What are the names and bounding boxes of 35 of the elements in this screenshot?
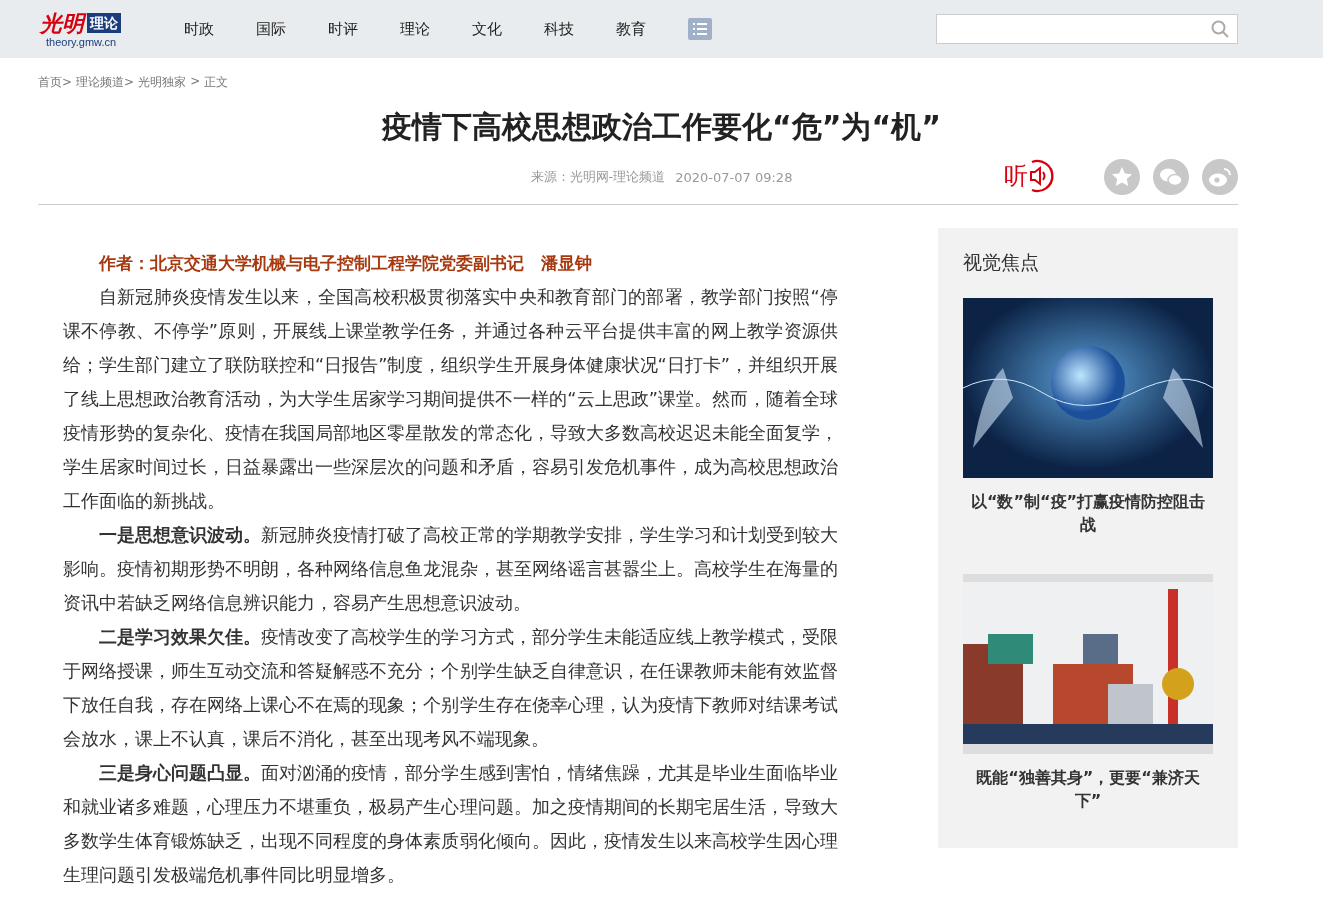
article-paragraph: 一是思想意识波动。新冠肺炎疫情打破了高校正常的学期教学安排，学生学习和计划受到较大影响。疫情初期形势不明朗，各种网络信息鱼龙混杂，甚至网络谣言甚嚣尘上。高校学生在海量的资讯中若缺乏网络信息辨识能力，容易产生思想意识波动。 [63, 523, 838, 615]
breadcrumb-link[interactable]: 光明独家 [138, 74, 187, 91]
nav-link[interactable]: 科技 [544, 19, 616, 39]
nav-link[interactable]: 国际 [256, 19, 328, 39]
article-date: 2020-07-07 09:28 [675, 169, 793, 185]
sidebar-title: 视觉焦点 [963, 250, 1040, 275]
article-author: 作者：北京交通大学机械与电子控制工程学院党委副书记 潘显钟 [97, 252, 593, 275]
breadcrumb-link[interactable]: 理论频道> [76, 74, 135, 91]
chat-share-icon[interactable] [1153, 159, 1189, 195]
search-field[interactable] [936, 14, 1238, 44]
search-icon[interactable] [1211, 20, 1229, 38]
article-paragraph: 自新冠肺炎疫情发生以来，全国高校积极贯彻落实中央和教育部门的部署，教学部门按照“停课不停教、不停学”原则，开展线上课堂教学任务，并通过各种云平台提供丰富的网上教学资源供给；学生部门建立了联防联控和“日报告”制度，组织学生开展身体健康状况“日打卡”，并组织开展了线上思想政治教育活动，为大学生居家学习期间提供不一样的“云上思政”课堂。然而，随着全球疫情形势的复杂化、疫情在我国局部地区零星散发的常态化，导致大多数高校迟迟未能全面复学，学生居家时间过长，日益暴露出一些深层次的问题和矛盾，容易引发危机事件，成为高校思想政治工作面临的新挑战。 [63, 285, 838, 513]
weibo-share-icon[interactable] [1202, 159, 1238, 195]
nav-link[interactable]: 时评 [328, 19, 400, 39]
logo-domain[interactable]: theory.gmw.cn [46, 36, 150, 48]
sidebar-caption[interactable]: 以“数”制“疫”打赢疫情防控阻击战 [963, 490, 1213, 536]
speaker-icon[interactable] [1028, 159, 1054, 193]
breadcrumb-link[interactable]: > [190, 74, 201, 91]
article-source: 来源：光明网-理论频道 [530, 168, 666, 186]
nav-link[interactable]: 教育 [616, 19, 688, 39]
sidebar-caption[interactable]: 既能“独善其身”，更要“兼济天下” [963, 766, 1213, 812]
nav-link[interactable]: 理论 [400, 19, 472, 39]
nav-link[interactable]: 时政 [184, 19, 256, 39]
article-paragraph: 二是学习效果欠佳。疫情改变了高校学生的学习方式，部分学生未能适应线上教学模式，受限于网络授课，师生互动交流和答疑解惑不充分；个别学生缺乏自律意识，在任课教师未能有效监督下放任自我，存在网络上课心不在焉的现象；个别学生存在侥幸心理，认为疫情下教师对结课考试会放水，课上不认真，课后不消化，甚至出现考风不端现象。 [63, 625, 838, 751]
breadcrumb-link[interactable]: 首页> [38, 74, 73, 91]
breadcrumb-link[interactable]: 正文 [204, 74, 229, 91]
star-share-icon[interactable] [1104, 159, 1140, 195]
globe-hands-photo[interactable] [963, 298, 1213, 478]
article-paragraph: 三是身心问题凸显。面对汹涌的疫情，部分学生感到害怕，情绪焦躁，尤其是毕业生面临毕业和就业诸多难题，心理压力不堪重负，极易产生心理问题。加之疫情期间的长期宅居生活，导致大多数学生体育锻炼缺乏，出现不同程度的身体素质弱化倾向。因此，疫情发生以来高校学生因心理生理问题引发极端危机事件同比明显增多。 [63, 761, 838, 887]
menu-icon[interactable] [688, 18, 712, 40]
nav-link[interactable]: 文化 [472, 19, 544, 39]
container-port-photo[interactable] [963, 574, 1213, 754]
logo-badge[interactable]: 理论 [87, 13, 121, 33]
listen-button[interactable]: 听 [1004, 161, 1028, 191]
article-title: 疫情下高校思想政治工作要化“危”为“机” [380, 108, 942, 146]
